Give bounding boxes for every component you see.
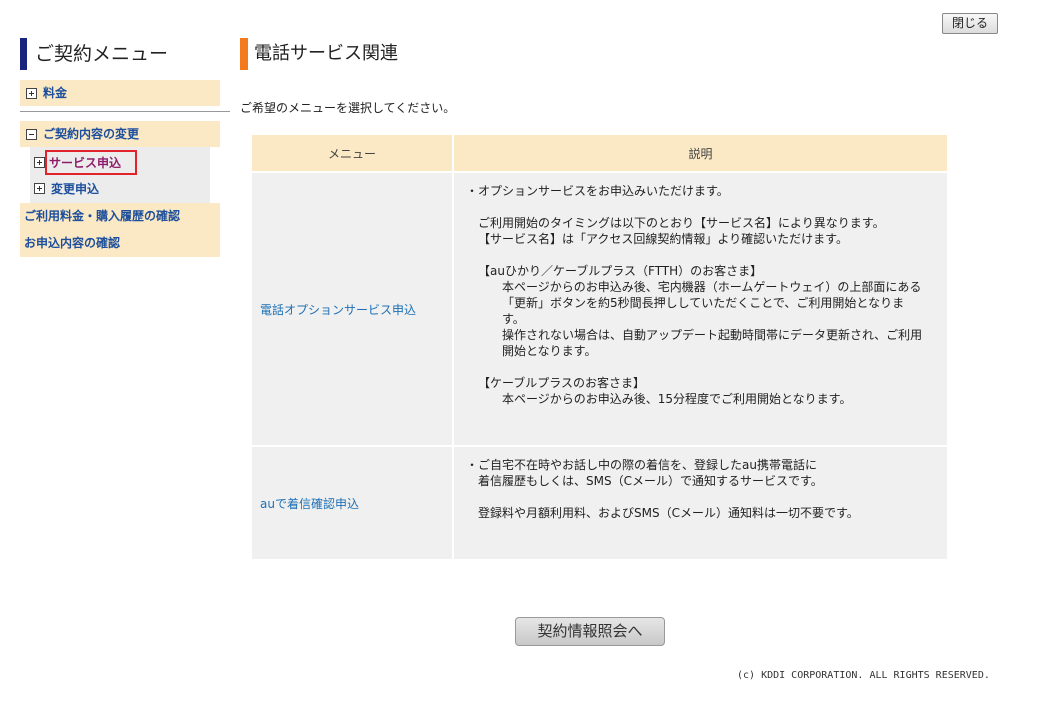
description-line: ご利用開始のタイミングは以下のとおり【サービス名】により異なります。 [478,216,885,230]
sidebar: ご契約メニュー 料金 ご契約内容の変更 サービス申込 変更申込 ご利用料金・購入… [20,38,230,257]
au-call-notify-link[interactable]: auで着信確認申込 [260,497,359,511]
description-cell: ・ご自宅不在時やお話し中の際の着信を、登録したau携帯電話に 着信履歴もしくは、… [454,447,947,559]
sidebar-title: ご契約メニュー [20,38,230,70]
description-line: 開始となります。 [502,344,597,358]
description-line: 【auひかり／ケーブルプラス（FTTH）のお客さま】 [478,264,763,278]
contract-info-button[interactable]: 契約情報照会へ [515,617,665,646]
copyright-text: (c) KDDI CORPORATION. ALL RIGHTS RESERVE… [737,670,990,681]
sidebar-link-application-status[interactable]: お申込内容の確認 [20,230,220,257]
description-line: 着信履歴もしくは、SMS（Cメール）で通知するサービスです。 [478,474,823,488]
sidebar-item-label: ご契約内容の変更 [43,127,140,141]
sidebar-item-contract-change[interactable]: ご契約内容の変更 [20,121,220,147]
sidebar-subitem-change-apply[interactable]: 変更申込 [34,175,210,201]
description-line: 【ケーブルプラスのお客さま】 [478,376,646,390]
menu-cell: auで着信確認申込 [252,447,452,559]
table-row: auで着信確認申込 ・ご自宅不在時やお話し中の際の着信を、登録したau携帯電話に… [252,447,947,559]
phone-option-service-link[interactable]: 電話オプションサービス申込 [260,303,416,317]
description-line: 【サービス名】は「アクセス回線契約情報」より確認いただけます。 [478,232,848,246]
collapse-minus-icon[interactable] [26,128,37,140]
instruction-text: ご希望のメニューを選択してください。 [240,101,456,115]
description-cell: ・オプションサービスをお申込みいただけます。 ご利用開始のタイミングは以下のとお… [454,173,947,445]
table-row: 電話オプションサービス申込 ・オプションサービスをお申込みいただけます。 ご利用… [252,173,947,445]
table-header-menu: メニュー [252,135,452,171]
table-header-description: 説明 [454,135,947,171]
close-button[interactable]: 閉じる [942,13,998,34]
menu-cell: 電話オプションサービス申込 [252,173,452,445]
description-line: 登録料や月額利用料、およびSMS（Cメール）通知料は一切不要です。 [478,506,859,520]
description-line: 本ページからのお申込み後、宅内機器（ホームゲートウェイ）の上部面にある [502,280,922,294]
description-line: 本ページからのお申込み後、15分程度でご利用開始となります。 [502,392,852,406]
sidebar-divider [20,111,230,112]
description-line: 操作されない場合は、自動アップデート起動時間帯にデータ更新され、ご利用 [502,328,923,342]
description-line: 「更新」ボタンを約5秒間長押ししていただくことで、ご利用開始となりま [502,296,905,310]
expand-plus-icon[interactable] [34,182,45,194]
expand-plus-icon[interactable] [26,87,37,99]
sidebar-subitem-label[interactable]: サービス申込 [45,149,138,175]
sidebar-submenu: サービス申込 変更申込 [30,147,210,203]
page-title: 電話サービス関連 [240,38,398,70]
sidebar-item-fees[interactable]: 料金 [20,80,220,106]
expand-plus-icon[interactable] [34,156,45,168]
sidebar-link-usage-history[interactable]: ご利用料金・購入履歴の確認 [20,203,220,230]
sidebar-subitem-service-apply[interactable]: サービス申込 [34,149,210,175]
description-line: ・オプションサービスをお申込みいただけます。 [466,184,729,198]
description-line: す。 [502,312,525,326]
service-menu-table: メニュー 説明 電話オプションサービス申込 ・オプションサービスをお申込みいただ… [250,133,949,561]
sidebar-item-label: 料金 [43,86,68,100]
description-line: ・ご自宅不在時やお話し中の際の着信を、登録したau携帯電話に [466,458,817,472]
sidebar-subitem-label[interactable]: 変更申込 [51,180,99,197]
